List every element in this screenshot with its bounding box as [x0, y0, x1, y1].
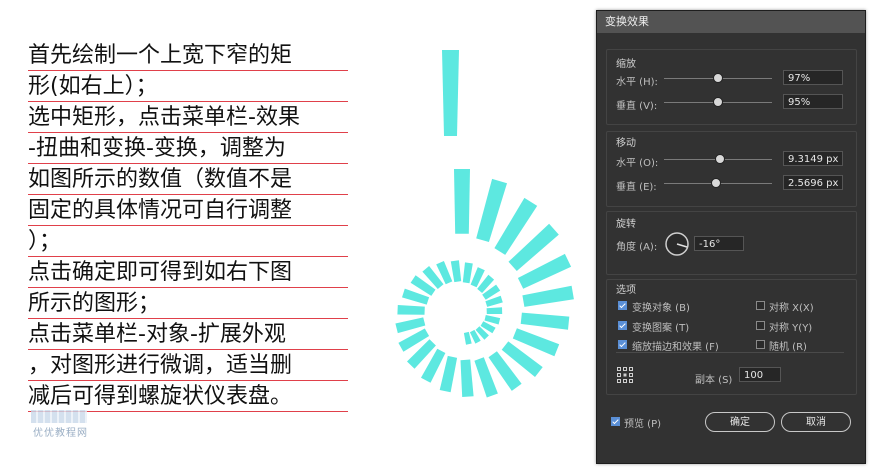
- instruction-line: 首先绘制一个上宽下窄的矩: [28, 40, 348, 71]
- reference-point-grid-icon[interactable]: [616, 366, 634, 384]
- move-vertical-label: 垂直 (E):: [616, 182, 657, 193]
- spiral-ray: [397, 305, 425, 315]
- ok-button[interactable]: 确定: [705, 412, 775, 432]
- move-vertical-slider-handle[interactable]: [710, 178, 721, 188]
- angle-dial-icon[interactable]: [664, 231, 690, 257]
- transform-objects-label: 变换对象 (B): [632, 303, 690, 314]
- transform-patterns-label: 变换图案 (T): [632, 323, 690, 334]
- scale-vertical-slider-handle[interactable]: [713, 97, 723, 107]
- random-label: 随机 (R): [769, 342, 807, 353]
- scale-horizontal-input[interactable]: 97%: [783, 70, 843, 85]
- rotate-angle-label: 角度 (A):: [616, 242, 658, 253]
- move-vertical-input[interactable]: 2.5696 px: [783, 175, 843, 190]
- move-group: [606, 131, 857, 207]
- instruction-line: 形(如右上）；: [28, 71, 348, 102]
- spiral-ray: [476, 178, 507, 242]
- dialog-title[interactable]: 变换效果: [597, 11, 865, 33]
- spiral-ray: [484, 315, 501, 325]
- preview-checkbox[interactable]: [611, 417, 620, 426]
- instruction-line: ）；: [28, 226, 348, 257]
- instruction-line: ，对图形进行微调，适当删: [28, 350, 348, 381]
- transform-patterns-checkbox[interactable]: [618, 321, 627, 330]
- reflect-x-checkbox[interactable]: [756, 301, 765, 310]
- scale-horizontal-slider-handle[interactable]: [713, 73, 723, 83]
- move-horizontal-label: 水平 (O):: [616, 158, 659, 169]
- spiral-rays: [395, 169, 574, 398]
- move-horizontal-input[interactable]: 9.3149 px: [783, 151, 843, 166]
- spiral-ray: [522, 285, 574, 307]
- watermark-text: 优优教程网: [33, 428, 88, 439]
- source-trapezoid: [442, 50, 459, 136]
- instruction-text: 首先绘制一个上宽下窄的矩 形(如右上）； 选中矩形，点击菜单栏-效果 -扭曲和变换-变…: [28, 40, 348, 412]
- instruction-line: 固定的具体情况可自行调整: [28, 195, 348, 226]
- spiral-ray: [454, 169, 470, 234]
- random-checkbox[interactable]: [756, 340, 765, 349]
- instruction-line: 点击确定即可得到如右下图: [28, 257, 348, 288]
- spiral-dial-artwork: [395, 50, 574, 398]
- instruction-line: 选中矩形，点击菜单栏-效果: [28, 102, 348, 133]
- rotate-angle-input[interactable]: -16°: [694, 236, 744, 251]
- scale-horizontal-label: 水平 (H):: [616, 77, 658, 88]
- scale-strokes-label: 缩放描边和效果 (F): [632, 342, 719, 353]
- spiral-ray: [460, 359, 474, 397]
- scale-vertical-input[interactable]: 95%: [783, 94, 843, 109]
- copies-input[interactable]: 100: [739, 367, 781, 382]
- spiral-ray: [439, 355, 458, 393]
- scale-vertical-label: 垂直 (V):: [616, 101, 658, 112]
- instruction-line: 所示的图形；: [28, 288, 348, 319]
- spiral-ray: [520, 312, 570, 330]
- scale-title: 缩放: [616, 59, 636, 70]
- options-title: 选项: [616, 285, 636, 296]
- reflect-x-label: 对称 X(X): [769, 303, 814, 314]
- preview-label: 预览 (P): [624, 419, 662, 430]
- options-divider: [616, 352, 844, 353]
- cancel-button[interactable]: 取消: [781, 412, 851, 432]
- copies-label: 副本 (S): [695, 375, 733, 386]
- instruction-line: -扭曲和变换-变换，调整为: [28, 133, 348, 164]
- watermark-mark: [31, 410, 87, 423]
- transform-effect-dialog: 变换效果 缩放 水平 (H): 97% 垂直 (V): 95% 移动 水平 (O…: [596, 10, 866, 464]
- reflect-y-checkbox[interactable]: [756, 321, 765, 330]
- spiral-ray: [463, 331, 472, 345]
- scale-strokes-checkbox[interactable]: [618, 340, 627, 349]
- move-title: 移动: [616, 138, 636, 149]
- transform-objects-checkbox[interactable]: [618, 301, 627, 310]
- reflect-y-label: 对称 Y(Y): [769, 323, 813, 334]
- rotate-title: 旋转: [616, 219, 636, 230]
- spiral-ray: [450, 260, 462, 283]
- spiral-ray: [486, 307, 503, 314]
- instruction-line: 减后可得到螺旋状仪表盘。: [28, 381, 348, 412]
- instruction-line: 如图所示的数值（数值不是: [28, 164, 348, 195]
- instruction-line: 点击菜单栏-对象-扩展外观: [28, 319, 348, 350]
- spiral-ray: [462, 262, 473, 284]
- watermark-logo: 优优教程网: [31, 410, 89, 439]
